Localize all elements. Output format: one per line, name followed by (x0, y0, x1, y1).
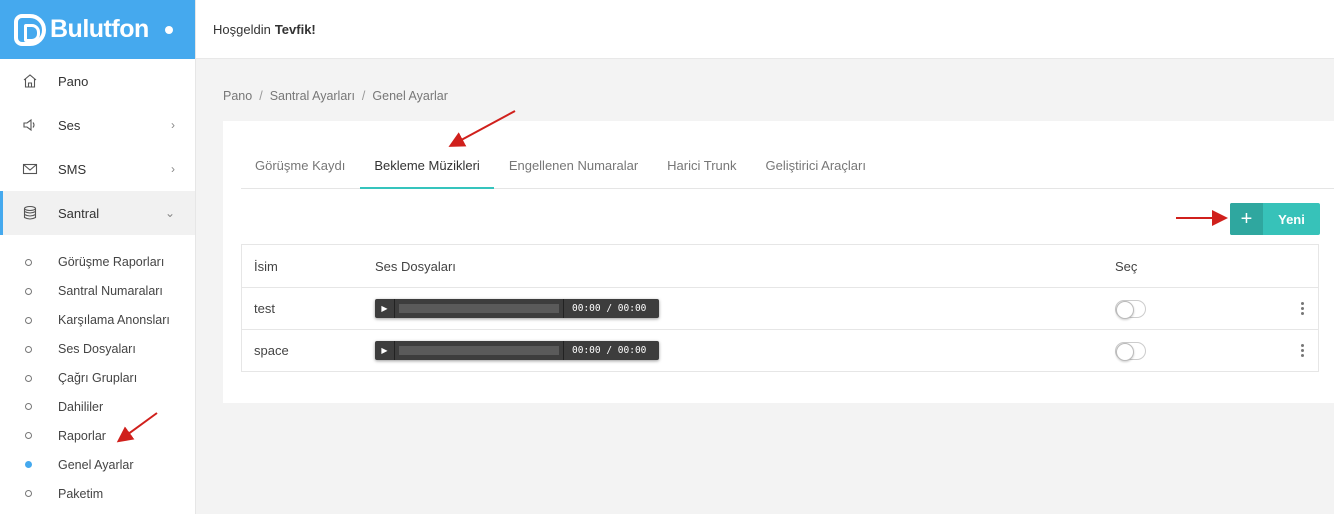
seek-bar[interactable] (399, 346, 559, 355)
seek-bar[interactable] (399, 304, 559, 313)
top-bar: Hoşgeldin Tevfik! (196, 0, 1334, 59)
sidebar-subitem-genel-ayarlar[interactable]: Genel Ayarlar (0, 450, 195, 479)
play-icon[interactable]: ▶ (375, 341, 395, 360)
breadcrumb: Pano / Santral Ayarları / Genel Ayarlar (223, 89, 448, 103)
audio-cell: ▶ 00:00 / 00:00 (375, 299, 1115, 318)
circle-icon (25, 345, 32, 353)
user-name[interactable]: Tevfik! (275, 22, 316, 37)
tab-harici-trunk[interactable]: Harici Trunk (653, 141, 750, 189)
time-display: 00:00 / 00:00 (563, 299, 646, 318)
select-cell (1115, 299, 1265, 319)
greeting-text: Hoşgeldin (213, 21, 271, 37)
database-icon (22, 205, 38, 221)
row-name: space (254, 343, 289, 358)
sidebar-item-pano[interactable]: Pano (0, 59, 195, 103)
sidebar-item-santral[interactable]: Santral ⌄ (0, 191, 195, 235)
sidebar-item-label: Ses (58, 117, 81, 133)
status-dot-icon (164, 25, 173, 34)
select-toggle[interactable] (1115, 299, 1146, 319)
sidebar-item-sms[interactable]: SMS › (0, 147, 195, 191)
settings-tabs: Görüşme Kaydı Bekleme Müzikleri Engellen… (241, 141, 1334, 189)
sidebar-subitem-gorusme-raporlari[interactable]: Görüşme Raporları (0, 248, 195, 277)
chevron-right-icon: › (171, 162, 175, 176)
sidebar-subitem-santral-numaralari[interactable]: Santral Numaraları (0, 277, 195, 306)
table-row: test ▶ 00:00 / 00:00 (242, 287, 1318, 329)
new-button[interactable]: + Yeni (1230, 203, 1320, 235)
sidebar-item-label: SMS (58, 161, 87, 177)
new-button-label: Yeni (1278, 211, 1305, 227)
circle-icon (25, 287, 32, 295)
audio-cell: ▶ 00:00 / 00:00 (375, 341, 1115, 360)
column-header-audio: Ses Dosyaları (375, 258, 456, 274)
audio-player: ▶ 00:00 / 00:00 (375, 341, 659, 360)
sidebar-subitem-karsilama-anonslari[interactable]: Karşılama Anonsları (0, 306, 195, 335)
breadcrumb-item-santral-ayarlari[interactable]: Santral Ayarları (270, 89, 355, 103)
settings-card: Görüşme Kaydı Bekleme Müzikleri Engellen… (223, 121, 1334, 403)
tab-bekleme-muzikleri[interactable]: Bekleme Müzikleri (360, 141, 494, 189)
chevron-down-icon: ⌄ (164, 206, 175, 220)
circle-icon (25, 403, 32, 411)
table-row: space ▶ 00:00 / 00:00 (242, 329, 1318, 371)
brand-logo[interactable]: Bulutfon (0, 0, 195, 59)
select-cell (1115, 341, 1265, 361)
sidebar-subitem-paketim[interactable]: Paketim (0, 479, 195, 508)
sidebar-item-ses[interactable]: Ses › (0, 103, 195, 147)
breadcrumb-separator: / (259, 89, 263, 103)
plus-icon: + (1230, 203, 1263, 235)
column-header-name: İsim (254, 258, 278, 274)
sidebar-item-label: Santral (58, 205, 100, 221)
santral-submenu: Görüşme Raporları Santral Numaraları Kar… (0, 235, 195, 509)
speaker-icon (22, 117, 38, 133)
mail-icon (22, 161, 38, 177)
circle-icon (25, 432, 32, 440)
more-options-icon[interactable] (1301, 302, 1304, 315)
select-toggle[interactable] (1115, 341, 1146, 361)
row-name: test (254, 301, 275, 316)
time-display: 00:00 / 00:00 (563, 341, 646, 360)
circle-icon (25, 490, 32, 498)
breadcrumb-item-genel-ayarlar: Genel Ayarlar (372, 89, 448, 103)
circle-icon (25, 316, 32, 324)
sidebar-subitem-ses-dosyalari[interactable]: Ses Dosyaları (0, 335, 195, 364)
circle-icon (25, 258, 32, 266)
brand-name: Bulutfon (50, 15, 149, 43)
circle-icon (25, 374, 32, 382)
breadcrumb-item-pano[interactable]: Pano (223, 89, 252, 103)
home-icon (22, 73, 38, 89)
sidebar-item-label: Pano (58, 73, 89, 89)
sidebar-subitem-dahililer[interactable]: Dahililer (0, 392, 195, 421)
filled-circle-icon (25, 461, 32, 469)
sidebar-subitem-cagri-gruplari[interactable]: Çağrı Grupları (0, 364, 195, 393)
column-header-select: Seç (1115, 258, 1138, 274)
table-header: İsim Ses Dosyaları Seç (242, 245, 1318, 287)
bulutfon-logo-icon (14, 13, 46, 46)
tab-gelistirici-araclari[interactable]: Geliştirici Araçları (752, 141, 880, 189)
music-table: İsim Ses Dosyaları Seç test ▶ 00:00 / 00… (241, 244, 1319, 372)
audio-player: ▶ 00:00 / 00:00 (375, 299, 659, 318)
breadcrumb-separator: / (361, 89, 366, 103)
play-icon[interactable]: ▶ (375, 299, 395, 318)
sidebar: Bulutfon Pano Ses › SMS › Santral ⌄ Görü… (0, 0, 196, 514)
more-options-icon[interactable] (1301, 344, 1304, 357)
tab-gorusme-kaydi[interactable]: Görüşme Kaydı (241, 141, 359, 189)
sidebar-subitem-raporlar[interactable]: Raporlar (0, 421, 195, 450)
tab-engellenen-numaralar[interactable]: Engellenen Numaralar (495, 141, 652, 189)
chevron-right-icon: › (171, 118, 175, 132)
